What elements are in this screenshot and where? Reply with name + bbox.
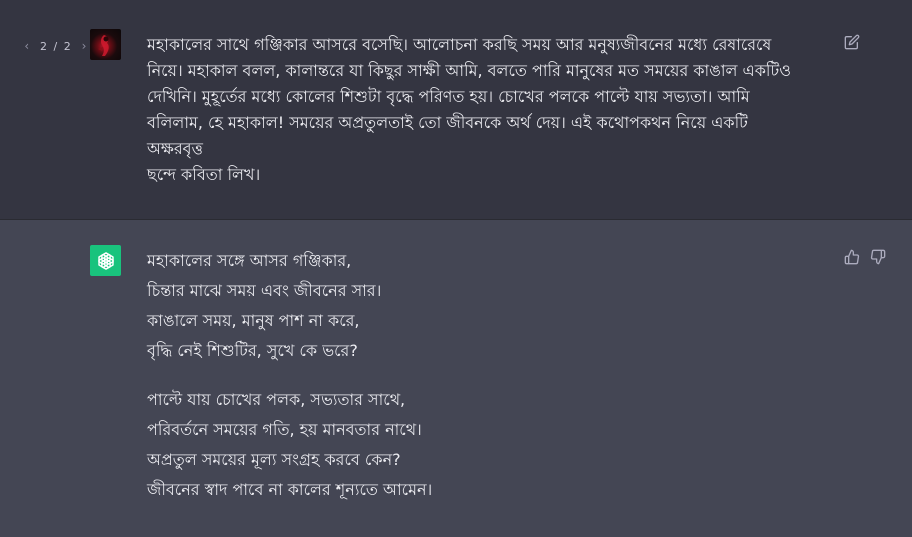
assistant-message-text: মহাকালের সঙ্গে আসর গঞ্জিকার, চিন্তার মাঝ… — [147, 246, 797, 524]
poem-line: পাল্টে যায় চোখের পলক, সভ্যতার সাথে, — [147, 390, 406, 409]
user-avatar — [90, 29, 121, 60]
user-prompt-text: মহাকালের সাথে গঞ্জিকার আসরে বসেছি। আলোচন… — [147, 35, 791, 184]
user-message-text: মহাকালের সাথে গঞ্জিকার আসরে বসেছি। আলোচন… — [147, 32, 797, 188]
poem-line: কাঙালে সময়, মানুষ পাশ না করে, — [147, 311, 360, 330]
feedback-buttons — [843, 248, 887, 266]
poem-line: জীবনের স্বাদ পাবে না কালের শূন্যতে আমেন। — [147, 480, 433, 499]
poem-line: বৃদ্ধি নেই শিশুটির, সুখে কে ভরে? — [147, 341, 358, 360]
pager-current: 2 — [40, 39, 48, 53]
poem-line: মহাকালের সঙ্গে আসর গঞ্জিকার, — [147, 251, 352, 270]
pager-total: 2 — [63, 39, 72, 53]
response-pager: ‹ 2 / 2 › — [20, 38, 91, 54]
thumbs-down-icon[interactable] — [869, 248, 887, 266]
poem-line: অপ্রতুল সময়ের মূল্য সংগ্রহ করবে কেন? — [147, 450, 401, 469]
poem-stanza: পাল্টে যায় চোখের পলক, সভ্যতার সাথে, পরি… — [147, 385, 797, 505]
edit-icon[interactable] — [843, 33, 861, 51]
poem-line: পরিবর্তনে সময়ের গতি, হয় মানবতার নাথে। — [147, 420, 422, 439]
poem-stanza: মহাকালের সঙ্গে আসর গঞ্জিকার, চিন্তার মাঝ… — [147, 246, 797, 366]
user-message: ‹ 2 / 2 › মহাকালের সাথে গঞ্জিকার আসরে বস… — [0, 0, 912, 220]
thumbs-up-icon[interactable] — [843, 248, 861, 266]
openai-logo-icon — [90, 245, 121, 276]
chevron-left-icon[interactable]: ‹ — [20, 38, 34, 54]
pager-separator: / — [53, 39, 58, 53]
poem-line: চিন্তার মাঝে সময় এবং জীবনের সার। — [147, 281, 382, 300]
